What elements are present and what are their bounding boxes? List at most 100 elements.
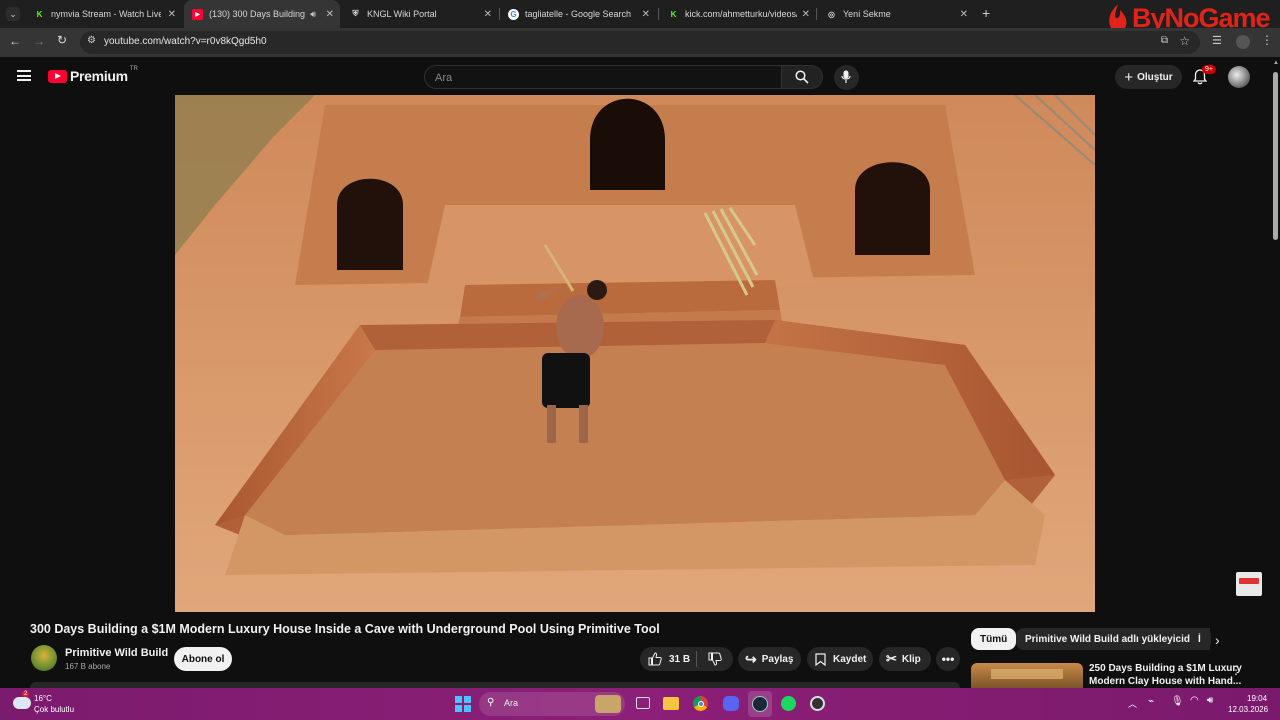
subscribe-label: Abone ol xyxy=(181,653,225,665)
hamburger-menu-icon[interactable] xyxy=(17,70,31,81)
spotify-icon[interactable] xyxy=(781,696,796,711)
shield-icon: ⛨ xyxy=(352,9,359,18)
youtube-play-icon xyxy=(48,69,67,83)
next-video-title[interactable]: 250 Days Building a $1M Luxury Modern Cl… xyxy=(1089,662,1242,688)
chrome-taskbar-icon[interactable] xyxy=(693,696,708,711)
browser-menu-icon[interactable]: ⋮ xyxy=(1261,33,1273,47)
browser-tab-3[interactable]: ⛨ KNGL Wiki Portal ✕ xyxy=(342,0,498,28)
new-tab-button[interactable]: + xyxy=(982,5,990,21)
weather-widget[interactable]: 2 16°C Çok bulutlu xyxy=(10,691,100,717)
chrome-icon: ◎ xyxy=(828,9,835,19)
close-icon[interactable]: ✕ xyxy=(960,9,968,20)
close-icon[interactable]: ✕ xyxy=(326,9,334,20)
create-button[interactable]: + Oluştur xyxy=(1115,65,1182,89)
chip-from-uploader[interactable]: Primitive Wild Build adlı yükleyiciden xyxy=(1016,628,1211,650)
tab-divider xyxy=(499,8,500,20)
channel-watermark-icon[interactable] xyxy=(1236,572,1262,596)
scrollbar-thumb[interactable] xyxy=(1273,72,1278,240)
speaker-icon[interactable]: 🔊︎ xyxy=(310,9,316,20)
browser-tab-strip: ⌄ K nymvia Stream - Watch Live on ✕ ▶ (1… xyxy=(0,0,1280,33)
bookmark-star-icon[interactable]: ☆ xyxy=(1179,34,1190,48)
browser-tab-5[interactable]: K kick.com/ahmetturku/videos/el ✕ xyxy=(660,0,816,28)
clock-time[interactable]: 19:04 xyxy=(1247,694,1267,703)
account-avatar[interactable] xyxy=(1228,66,1250,88)
browser-toolbar: ← → ↻ ⚙ youtube.com/watch?v=r0v8kQgd5h0 … xyxy=(0,28,1280,57)
next-video-thumbnail[interactable] xyxy=(971,663,1083,688)
address-bar[interactable]: ⚙ youtube.com/watch?v=r0v8kQgd5h0 ⧉ ☆ xyxy=(80,31,1200,54)
taskbar-search-box[interactable]: ⚲ Ara xyxy=(479,692,625,716)
create-label: Oluştur xyxy=(1137,71,1173,83)
tab-title: (130) 300 Days Building a $ xyxy=(209,9,305,19)
tab-title: Yeni Sekme xyxy=(843,9,891,19)
voice-search-button[interactable] xyxy=(834,65,859,90)
tray-expand-icon[interactable]: ︿ xyxy=(1128,697,1137,710)
volume-icon[interactable]: 🔊︎ xyxy=(1207,695,1213,706)
install-app-icon[interactable]: ⧉ xyxy=(1161,35,1168,46)
browser-tab-2[interactable]: ▶ (130) 300 Days Building a $ 🔊︎ ✕ xyxy=(184,0,340,28)
bookmark-icon xyxy=(815,652,826,666)
browser-tab-6[interactable]: ◎ Yeni Sekme ✕ xyxy=(818,0,974,28)
site-info-icon[interactable]: ⚙ xyxy=(87,35,96,46)
youtube-logo[interactable]: Premium TR xyxy=(48,66,138,84)
browser-tab-1[interactable]: K nymvia Stream - Watch Live on ✕ xyxy=(26,0,182,28)
chip-label: İ xyxy=(1198,633,1201,645)
tab-title: tagliatelle - Google Search xyxy=(525,9,632,19)
tab-title: kick.com/ahmetturku/videos/el xyxy=(685,9,797,19)
close-icon[interactable]: ✕ xyxy=(168,9,176,20)
page-scrollbar[interactable]: ▲ xyxy=(1272,60,1279,688)
search-button[interactable] xyxy=(781,65,823,89)
more-actions-button[interactable]: ••• xyxy=(936,647,960,671)
share-button[interactable]: ↪ Paylaş xyxy=(738,647,801,671)
close-icon[interactable]: ✕ xyxy=(802,9,810,20)
weather-cloud-icon xyxy=(13,697,31,709)
tab-title: KNGL Wiki Portal xyxy=(367,9,437,19)
task-view-icon[interactable] xyxy=(636,697,650,709)
app-icon[interactable] xyxy=(810,696,825,711)
next-video-title-line-2: Modern Clay House with Hand... xyxy=(1089,676,1242,687)
next-video-menu-icon[interactable]: ⋮ xyxy=(1230,663,1242,677)
forward-icon[interactable]: → xyxy=(33,34,45,48)
windows-start-icon[interactable] xyxy=(455,696,471,712)
weather-desc: Çok bulutlu xyxy=(34,705,75,714)
clip-button[interactable]: ✂ Klip xyxy=(879,647,931,671)
reading-list-icon[interactable]: ☰ xyxy=(1212,34,1222,47)
back-icon[interactable]: ← xyxy=(9,34,21,48)
notification-badge: 9+ xyxy=(1202,65,1216,74)
subscribe-button[interactable]: Abone ol xyxy=(174,647,232,671)
profile-avatar[interactable] xyxy=(1236,35,1250,49)
network-icon[interactable]: ⌁ xyxy=(1148,696,1154,707)
channel-avatar[interactable] xyxy=(31,645,57,671)
clock-date[interactable]: 12.03.2026 xyxy=(1228,705,1268,714)
dislike-button[interactable] xyxy=(697,647,733,671)
wifi-icon[interactable]: ◠ xyxy=(1190,695,1199,706)
steam-icon[interactable] xyxy=(748,691,772,717)
search-placeholder: Ara xyxy=(435,72,453,84)
thumbs-up-icon xyxy=(648,652,662,666)
chips-next-arrow[interactable]: › xyxy=(1215,632,1220,648)
youtube-icon: ▶ xyxy=(192,8,203,20)
chip-related[interactable]: İ xyxy=(1190,628,1210,650)
channel-name[interactable]: Primitive Wild Build xyxy=(65,647,168,659)
kick-icon: K xyxy=(36,9,43,19)
browser-tab-4[interactable]: G tagliatelle - Google Search ✕ xyxy=(500,0,656,28)
tab-search-icon[interactable]: ⌄ xyxy=(6,7,20,21)
notifications-button[interactable]: 9+ xyxy=(1192,65,1216,86)
more-horizontal-icon: ••• xyxy=(941,652,955,666)
close-icon[interactable]: ✕ xyxy=(642,9,650,20)
search-input[interactable]: Ara xyxy=(424,65,782,89)
mic-tray-icon[interactable]: 🎙︎ xyxy=(1171,696,1184,707)
discord-icon[interactable] xyxy=(723,696,739,711)
like-button[interactable]: 31 B xyxy=(640,647,696,671)
file-explorer-icon[interactable] xyxy=(663,697,679,710)
chip-all[interactable]: Tümü xyxy=(971,628,1017,650)
weather-temp: 16°C xyxy=(34,694,52,703)
tab-title: nymvia Stream - Watch Live on xyxy=(51,9,161,19)
search-highlight-image xyxy=(595,695,621,713)
video-player[interactable] xyxy=(175,95,1095,612)
weather-badge: 2 xyxy=(22,691,30,697)
close-icon[interactable]: ✕ xyxy=(484,9,492,20)
save-button[interactable]: Kaydet xyxy=(807,647,873,671)
google-icon: G xyxy=(508,8,519,20)
reload-icon[interactable]: ↻ xyxy=(57,33,67,47)
video-title: 300 Days Building a $1M Modern Luxury Ho… xyxy=(30,622,660,636)
